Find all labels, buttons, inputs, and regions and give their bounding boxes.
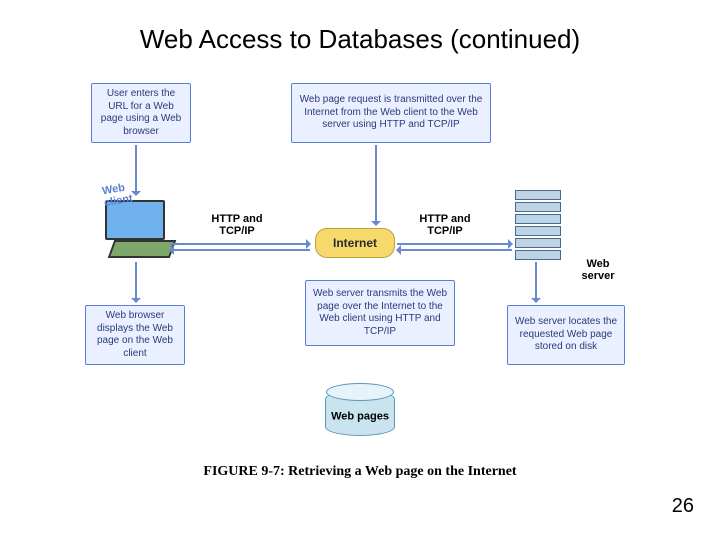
callout-request-transmitted: Web page request is transmitted over the… xyxy=(291,83,491,143)
web-client-label: Web client xyxy=(101,181,133,210)
callout-browser-displays: Web browser displays the Web page on the… xyxy=(85,305,185,365)
protocol-label-right: HTTP and TCP/IP xyxy=(410,213,480,237)
page-number: 26 xyxy=(672,495,694,518)
callout-user-enters-url: User enters the URL for a Web page using… xyxy=(91,83,191,143)
protocol-label-left: HTTP and TCP/IP xyxy=(202,213,272,237)
arrow-client-to-internet xyxy=(170,243,310,245)
arrow-internet-to-server xyxy=(397,243,512,245)
arrow-internet-to-client xyxy=(170,249,310,251)
arrow-server-to-internet xyxy=(397,249,512,251)
web-pages-label: Web pages xyxy=(326,411,394,423)
web-server-icon xyxy=(515,190,561,262)
figure-diagram: User enters the URL for a Web page using… xyxy=(75,80,635,440)
arrow-box2-to-internet xyxy=(375,145,377,225)
page-title: Web Access to Databases (continued) xyxy=(0,24,720,55)
web-pages-disk-icon: Web pages xyxy=(325,390,395,436)
callout-server-locates-page: Web server locates the requested Web pag… xyxy=(507,305,625,365)
callout-server-transmits: Web server transmits the Web page over t… xyxy=(305,280,455,346)
arrow-client-to-box4 xyxy=(135,262,137,302)
figure-caption: FIGURE 9-7: Retrieving a Web page on the… xyxy=(0,464,720,480)
web-server-label: Web server xyxy=(573,258,623,282)
arrow-box1-to-client xyxy=(135,145,137,195)
internet-cloud-icon: Internet xyxy=(315,228,395,258)
arrow-server-to-box5 xyxy=(535,262,537,302)
